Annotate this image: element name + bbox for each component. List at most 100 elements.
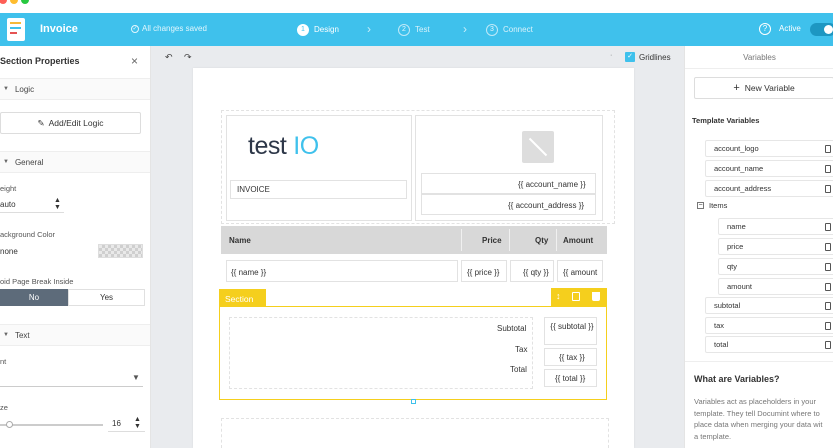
step-test[interactable]: 2 Test [398,21,430,38]
variable-account-name[interactable]: account_name [705,160,833,177]
variable-label: qty [727,262,738,271]
size-input[interactable]: 16 ▲ ▼ [108,416,145,432]
close-icon[interactable]: × [131,54,138,68]
trash-icon[interactable] [592,292,600,301]
copy-icon[interactable] [825,283,831,291]
logic-section-header[interactable]: ▼ Logic [0,78,150,100]
background-color-swatch[interactable] [98,244,143,258]
step-design[interactable]: 1 Design [297,21,339,38]
new-variable-button[interactable]: + New Variable [694,77,833,99]
slider-handle[interactable] [6,421,13,428]
invoice-label: INVOICE [237,185,270,194]
totals-section[interactable]: Subtotal Tax Total {{ subtotal }} {{ tax… [219,306,607,400]
variable-account-address[interactable]: account_address [705,180,833,197]
resize-handle[interactable] [411,399,416,404]
collapse-icon[interactable]: − [697,202,704,209]
stepper-icon[interactable]: ▲ ▼ [54,197,61,211]
copy-icon[interactable] [825,145,831,153]
subtotal-cell[interactable]: {{ subtotal }} [544,317,597,345]
account-name: {{ account_name }} [518,180,586,189]
copy-icon[interactable] [572,292,580,301]
section-label: General [14,157,44,167]
button-label: New Variable [744,83,795,93]
save-status: ✓ All changes saved [131,24,207,33]
variable-label: tax [714,321,725,330]
copy-icon[interactable] [825,185,831,193]
variable-qty[interactable]: qty [718,258,833,275]
active-label: Active [779,24,801,33]
variable-name[interactable]: name [718,218,833,235]
logo-text: test [248,132,287,160]
copy-icon[interactable] [825,263,831,271]
active-toggle[interactable] [810,23,833,36]
yes-option-button[interactable]: Yes [68,289,145,306]
chevron-down-icon: ▼ [3,86,9,92]
logo-accent: IO [293,132,319,160]
size-slider[interactable] [0,421,103,428]
no-option-button[interactable]: No [0,289,68,306]
copy-icon[interactable] [825,223,831,231]
section-tag[interactable]: Section [219,289,266,306]
move-icon[interactable]: ↕ [556,291,561,301]
copy-icon[interactable] [825,165,831,173]
row-price: {{ price }} [467,268,500,277]
invoice-label-cell[interactable]: INVOICE [230,180,407,199]
minimize-window-icon[interactable] [10,0,18,4]
check-circle-icon: ✓ [131,24,139,33]
dropdown-arrow-icon: ▼ [132,373,140,382]
maximize-window-icon[interactable] [21,0,29,4]
variables-tab[interactable]: Variables [685,46,833,69]
variable-account-logo[interactable]: account_logo [705,140,833,157]
table-row[interactable]: {{ name }} {{ price }} {{ qty }} {{ amou… [221,260,607,282]
chevron-down-icon: ▼ [3,332,9,338]
variable-label: account_address [714,184,772,193]
font-select[interactable]: ▼ [0,371,143,387]
column-header-amount: Amount [563,236,594,245]
what-are-variables-heading: What are Variables? [694,374,780,384]
variable-subtotal[interactable]: subtotal [705,297,833,314]
font-label: nt [0,357,7,366]
items-label: Items [709,201,728,210]
items-group[interactable]: − Items [697,201,727,210]
total-value: {{ total }} [555,374,586,383]
invoice-page: test IO INVOICE {{ account_name }} {{ acc… [193,68,634,448]
document-logo-icon [7,18,25,41]
undo-icon[interactable]: ↶ [165,52,173,63]
panel-title: Section Properties [0,56,80,66]
variable-amount[interactable]: amount [718,278,833,295]
tax-cell[interactable]: {{ tax }} [544,348,597,366]
height-input[interactable]: auto ▲ ▼ [0,197,64,213]
logo-block[interactable] [226,115,412,221]
copy-icon[interactable] [825,322,831,330]
total-cell[interactable]: {{ total }} [544,369,597,387]
help-icon[interactable]: ? [759,23,771,35]
general-section-header[interactable]: ▼ General [0,151,150,173]
section-label: Text [14,330,30,340]
account-address-cell[interactable]: {{ account_address }} [421,194,596,215]
more-icon[interactable]: · [610,52,612,59]
text-section-header[interactable]: ▼ Text [0,324,150,346]
background-color-value: none [0,247,18,256]
step-connect[interactable]: 3 Connect [486,21,533,38]
total-label: Total [510,365,527,374]
gridlines-checkbox[interactable]: ✓ [625,52,635,62]
background-color-label: ackground Color [0,230,56,239]
stepper-icon[interactable]: ▲ ▼ [134,416,141,430]
section-properties-panel: Section Properties × ▼ Logic ✎ Add/Edit Lo… [0,46,151,448]
variable-price[interactable]: price [718,238,833,255]
height-value: auto [0,200,16,209]
copy-icon[interactable] [825,302,831,310]
step-number: 1 [297,23,309,36]
variable-tax[interactable]: tax [705,317,833,334]
copy-icon[interactable] [825,341,831,349]
footer-section[interactable] [221,418,609,448]
variable-total[interactable]: total [705,336,833,353]
column-header-name: Name [229,236,251,245]
redo-icon[interactable]: ↷ [184,52,192,63]
copy-icon[interactable] [825,243,831,251]
column-header-price: Price [482,236,502,245]
account-name-cell[interactable]: {{ account_name }} [421,173,596,194]
column-header-qty: Qty [535,236,549,245]
add-edit-logic-button[interactable]: ✎ Add/Edit Logic [0,112,141,134]
close-window-icon[interactable] [0,0,7,4]
